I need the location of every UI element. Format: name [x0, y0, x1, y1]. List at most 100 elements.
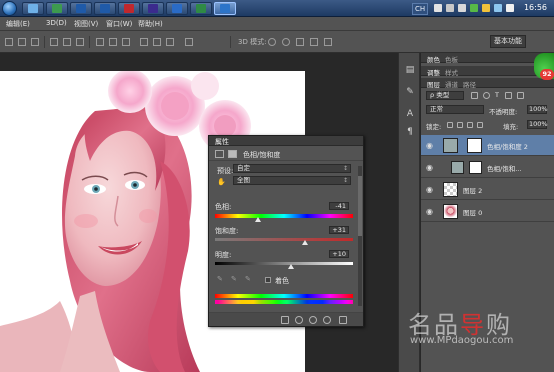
colorize-checkbox[interactable] — [265, 277, 271, 283]
eyedropper-icon[interactable]: ✎ — [217, 275, 223, 283]
tab-swatches[interactable]: 色板 — [445, 54, 458, 64]
3d-pan-icon[interactable] — [296, 38, 304, 46]
fill-field[interactable]: 100% — [527, 120, 548, 129]
volume-icon[interactable] — [506, 4, 514, 12]
3d-scale-icon[interactable] — [324, 38, 332, 46]
properties-scrollbar[interactable] — [358, 166, 362, 306]
display-icon[interactable] — [494, 4, 502, 12]
scrollbar-thumb[interactable] — [358, 176, 362, 236]
network-icon[interactable] — [434, 4, 442, 12]
filter-adjustment-icon[interactable] — [483, 92, 490, 99]
menu-view[interactable]: 视图(V) — [74, 19, 98, 29]
brush-preset-icon[interactable]: ✎ — [405, 87, 415, 97]
align-top-icon[interactable] — [5, 38, 13, 46]
align-middle-icon[interactable] — [18, 38, 26, 46]
language-indicator[interactable]: CH — [412, 3, 429, 15]
auto-align-icon[interactable] — [185, 38, 193, 46]
filter-shape-icon[interactable] — [505, 92, 512, 99]
lock-pixels-icon[interactable] — [457, 122, 463, 128]
view-previous-icon[interactable] — [295, 316, 303, 324]
taskbar-app-premiere[interactable] — [142, 2, 164, 15]
layer-kind-filter[interactable]: ρ 类型 — [426, 91, 464, 100]
layer-row[interactable]: ◉ 图层 0 — [421, 201, 554, 222]
layer-name[interactable]: 色相/饱和度 2 — [487, 141, 528, 151]
channel-select[interactable]: 全图 — [233, 176, 351, 185]
visibility-icon[interactable] — [323, 316, 331, 324]
tab-channels[interactable]: 通道 — [445, 79, 458, 89]
align-left-icon[interactable] — [50, 38, 58, 46]
mask-icon[interactable] — [228, 150, 237, 158]
tab-color[interactable]: 颜色 — [427, 54, 440, 64]
visibility-eye-icon[interactable]: ◉ — [426, 207, 433, 216]
visibility-eye-icon[interactable]: ◉ — [426, 163, 433, 172]
hue-value-field[interactable]: -41 — [329, 202, 349, 210]
paragraph-icon[interactable]: ¶ — [405, 127, 415, 137]
properties-title-bar[interactable]: 属性 » — [209, 136, 363, 146]
filter-smart-object-icon[interactable] — [517, 92, 524, 99]
menu-window[interactable]: 窗口(W) — [106, 19, 132, 29]
distribute-top-icon[interactable] — [96, 38, 104, 46]
eyedropper-subtract-icon[interactable]: ✎ — [245, 275, 251, 283]
tab-styles[interactable]: 样式 — [445, 67, 458, 77]
clock[interactable]: 16:56 — [524, 3, 547, 12]
layer-row[interactable]: ◉ 图层 2 — [421, 179, 554, 200]
taskbar-app-excel[interactable] — [46, 2, 68, 15]
layer-mask-thumbnail[interactable] — [469, 161, 482, 174]
taskbar-app-explorer[interactable] — [22, 2, 44, 15]
hand-tool-icon[interactable]: ✋ — [217, 178, 226, 186]
3d-slide-icon[interactable] — [310, 38, 318, 46]
lightness-value-field[interactable]: +10 — [329, 250, 349, 258]
filter-pixel-icon[interactable] — [471, 92, 478, 99]
align-bottom-icon[interactable] — [31, 38, 39, 46]
preset-select[interactable]: 自定 — [233, 164, 351, 173]
menu-help[interactable]: 帮助(H) — [138, 19, 163, 29]
history-icon[interactable]: ▤ — [405, 65, 415, 75]
hue-slider-thumb[interactable] — [255, 217, 261, 222]
align-right-icon[interactable] — [76, 38, 84, 46]
clip-to-layer-icon[interactable] — [281, 316, 289, 324]
saturation-value-field[interactable]: +31 — [329, 226, 349, 234]
lock-position-icon[interactable] — [467, 122, 473, 128]
start-button[interactable] — [2, 1, 17, 16]
taskbar-app-excel-2[interactable] — [190, 2, 212, 15]
filter-type-icon[interactable]: T — [495, 91, 499, 99]
eyedropper-add-icon[interactable]: ✎ — [231, 275, 237, 283]
layer-mask-thumbnail[interactable] — [467, 138, 482, 153]
help-icon[interactable] — [458, 4, 466, 12]
trash-icon[interactable] — [339, 316, 347, 324]
distribute-center-icon[interactable] — [153, 38, 161, 46]
visibility-eye-icon[interactable]: ◉ — [426, 141, 433, 150]
taskbar-app-photoshop-active[interactable] — [214, 2, 236, 15]
workspace-switcher[interactable]: 基本功能 — [490, 35, 526, 48]
3d-roll-icon[interactable] — [282, 38, 290, 46]
security-icon[interactable] — [470, 4, 478, 12]
distribute-middle-icon[interactable] — [109, 38, 117, 46]
collapse-icon[interactable]: » — [215, 137, 360, 145]
taskbar-app-photoshop-2[interactable] — [94, 2, 116, 15]
saturation-slider-track[interactable] — [215, 238, 353, 241]
tab-adjustments[interactable]: 调整 — [427, 67, 440, 77]
blend-mode-select[interactable]: 正常 — [426, 105, 484, 114]
layer-name[interactable]: 图层 2 — [463, 185, 482, 195]
taskbar-app-word[interactable] — [166, 2, 188, 15]
tab-paths[interactable]: 路径 — [463, 79, 476, 89]
layer-row[interactable]: ◉ 色相/饱和... — [421, 157, 554, 178]
taskbar-app-acrobat[interactable] — [118, 2, 140, 15]
visibility-eye-icon[interactable]: ◉ — [426, 185, 433, 194]
lightness-slider-track[interactable] — [215, 262, 353, 265]
opacity-field[interactable]: 100% — [527, 105, 548, 114]
layer-name[interactable]: 色相/饱和... — [487, 163, 521, 173]
lock-all-icon[interactable] — [477, 122, 483, 128]
distribute-right-icon[interactable] — [166, 38, 174, 46]
lock-transparency-icon[interactable] — [447, 122, 453, 128]
notification-badge[interactable]: 92 — [540, 69, 554, 80]
distribute-bottom-icon[interactable] — [122, 38, 130, 46]
3d-rotate-icon[interactable] — [268, 38, 276, 46]
character-icon[interactable]: A — [405, 109, 415, 119]
menu-edit[interactable]: 编辑(E) — [6, 19, 30, 29]
reset-icon[interactable] — [309, 316, 317, 324]
menu-3d[interactable]: 3D(D) — [46, 19, 67, 27]
hue-slider-track[interactable] — [215, 214, 353, 218]
align-center-icon[interactable] — [63, 38, 71, 46]
layer-name[interactable]: 图层 0 — [463, 207, 482, 217]
